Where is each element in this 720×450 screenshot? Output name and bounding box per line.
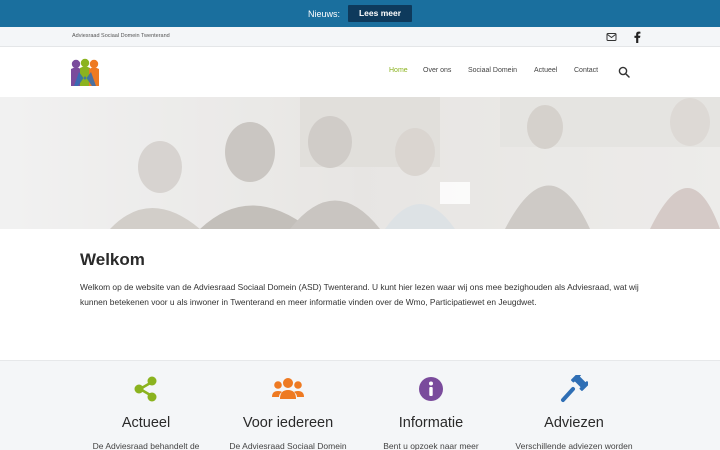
feature-voor-iedereen[interactable]: Voor iedereen De Adviesraad Sociaal Dome… — [218, 375, 358, 450]
feature-text: De Adviesraad Sociaal Domein — [229, 441, 347, 450]
announcement-label: Nieuws: — [307, 8, 340, 19]
gavel-icon — [561, 375, 588, 402]
feature-informatie[interactable]: Informatie Bent u opzoek naar meer — [361, 375, 501, 450]
site-name: Adviesraad Sociaal Domein Twenterand — [72, 33, 170, 39]
logo-icon[interactable] — [70, 58, 100, 86]
read-more-button[interactable]: Lees meer — [347, 5, 413, 22]
feature-title: Informatie — [398, 415, 464, 431]
nav-contact[interactable]: Contact — [574, 67, 598, 74]
feature-title: Actueel — [121, 415, 171, 431]
welcome-heading: Welkom — [80, 250, 145, 269]
feature-actueel[interactable]: Actueel De Adviesraad behandelt de — [76, 375, 216, 450]
mail-icon[interactable] — [606, 32, 617, 42]
feature-adviezen[interactable]: Adviezen Verschillende adviezen worden — [504, 375, 644, 450]
hero-image — [0, 97, 720, 229]
feature-text: Verschillende adviezen worden — [515, 441, 633, 450]
hero-photo — [0, 97, 720, 229]
nav-actueel[interactable]: Actueel — [534, 67, 557, 74]
nav-home[interactable]: Home — [389, 67, 408, 74]
features-section: Actueel De Adviesraad behandelt de Voor … — [0, 360, 720, 450]
users-icon — [272, 378, 304, 399]
feature-title: Voor iedereen — [242, 415, 334, 431]
feature-text: De Adviesraad behandelt de — [92, 441, 200, 450]
welcome-section: Welkom Welkom op de website van de Advie… — [80, 250, 640, 310]
facebook-icon[interactable] — [632, 31, 642, 43]
main-header: Home Over ons Sociaal Domein Actueel Con… — [0, 48, 720, 97]
welcome-text: Welkom op de website van de Adviesraad S… — [80, 282, 639, 307]
feature-title: Adviezen — [544, 415, 604, 431]
search-icon[interactable] — [618, 66, 630, 78]
feature-text: Bent u opzoek naar meer — [383, 441, 479, 450]
nav-over-ons[interactable]: Over ons — [423, 67, 451, 74]
top-info-bar: Adviesraad Sociaal Domein Twenterand — [0, 27, 720, 47]
share-icon — [134, 376, 157, 402]
announcement-bar: Nieuws: Lees meer — [0, 0, 720, 27]
nav-sociaal-domein[interactable]: Sociaal Domein — [468, 67, 517, 74]
info-icon — [419, 377, 443, 401]
